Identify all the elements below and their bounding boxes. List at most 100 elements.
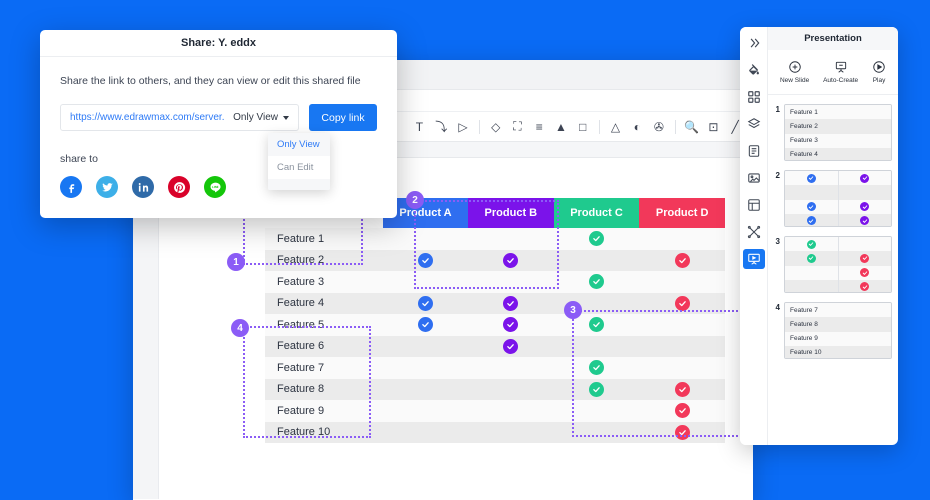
table-cell[interactable] [468, 335, 554, 357]
table-cell[interactable] [468, 378, 554, 400]
table-row[interactable]: Feature 4 [265, 292, 725, 314]
flip-icon[interactable]: ▲ [551, 117, 571, 137]
table-cell[interactable] [553, 400, 640, 422]
zoom-icon[interactable]: 🔍 [682, 117, 702, 137]
table-cell[interactable] [468, 314, 554, 336]
slide-thumbnail[interactable]: Feature 1 Feature 2 Feature 3 Feature 4 [784, 104, 892, 161]
slide-list[interactable]: 1 Feature 1 Feature 2 Feature 3 Feature 4 2 3 4… [768, 95, 898, 445]
table-cell[interactable] [639, 249, 725, 271]
table-cell[interactable] [468, 357, 554, 379]
table-cell[interactable] [639, 314, 725, 336]
presentation-actions[interactable]: New Slide Auto-Create Play [768, 50, 898, 95]
snapshot-icon[interactable]: ⊡ [704, 117, 724, 137]
linkedin-icon[interactable] [132, 176, 154, 198]
table-cell[interactable] [553, 378, 640, 400]
table-row[interactable]: Feature 3 [265, 271, 725, 293]
table-row[interactable]: Feature 1 [265, 228, 725, 250]
shuffle-icon[interactable] [743, 222, 765, 242]
table-cell[interactable] [383, 292, 468, 314]
table-cell[interactable] [383, 335, 468, 357]
table-cell[interactable] [639, 400, 725, 422]
table-cell[interactable] [468, 292, 554, 314]
table-row[interactable]: Feature 2 [265, 249, 725, 271]
table-row[interactable]: Feature 7 [265, 357, 725, 379]
facebook-icon[interactable] [60, 176, 82, 198]
table-row[interactable]: Feature 9 [265, 400, 725, 422]
table-cell[interactable] [553, 421, 640, 443]
slide-thumbnail[interactable] [784, 236, 892, 293]
table-cell[interactable] [639, 421, 725, 443]
table-cell[interactable] [468, 228, 554, 250]
table-cell[interactable] [639, 292, 725, 314]
table-cell[interactable] [553, 357, 640, 379]
table-cell[interactable] [383, 378, 468, 400]
slide-item[interactable]: 1 Feature 1 Feature 2 Feature 3 Feature 4 [772, 104, 892, 161]
crop-icon[interactable]: ✇ [649, 117, 669, 137]
table-cell[interactable] [383, 357, 468, 379]
template-icon[interactable] [743, 195, 765, 215]
twitter-icon[interactable] [96, 176, 118, 198]
table-cell[interactable] [383, 249, 468, 271]
copy-link-button[interactable]: Copy link [309, 104, 377, 131]
pointer-icon[interactable]: ▷ [453, 117, 473, 137]
layers-icon[interactable]: ◇ [486, 117, 506, 137]
table-cell[interactable] [383, 314, 468, 336]
slide-thumbnail[interactable] [784, 170, 892, 227]
table-cell[interactable] [639, 357, 725, 379]
image-icon[interactable] [743, 168, 765, 188]
new-slide-button[interactable]: New Slide [780, 60, 809, 84]
dropdown-option-only-view[interactable]: Only View [268, 133, 330, 156]
table-cell[interactable] [468, 271, 554, 293]
table-cell[interactable] [553, 249, 640, 271]
slide-item[interactable]: 2 [772, 170, 892, 227]
table-cell[interactable] [468, 400, 554, 422]
table-cell[interactable] [383, 228, 468, 250]
connector-icon[interactable]: ⤵ [431, 117, 451, 137]
line-color-icon[interactable]: ◐ [627, 117, 647, 137]
annotation-badge-3[interactable]: 3 [564, 301, 582, 319]
table-cell[interactable] [468, 249, 554, 271]
table-cell[interactable] [553, 314, 640, 336]
table-cell[interactable] [639, 335, 725, 357]
table-cell[interactable] [553, 335, 640, 357]
layers-icon[interactable] [743, 114, 765, 134]
table-cell[interactable] [639, 378, 725, 400]
table-cell[interactable] [553, 228, 640, 250]
table-row[interactable]: Feature 5 [265, 314, 725, 336]
table-cell[interactable] [639, 228, 725, 250]
presentation-rail[interactable] [740, 27, 768, 445]
table-row[interactable]: Feature 6 [265, 335, 725, 357]
table-cell[interactable] [383, 400, 468, 422]
auto-create-button[interactable]: Auto-Create [823, 60, 858, 84]
grid-icon[interactable] [743, 87, 765, 107]
slide-item[interactable]: 3 [772, 236, 892, 293]
play-button[interactable]: Play [872, 60, 886, 84]
table-cell[interactable] [383, 271, 468, 293]
table-cell[interactable] [553, 271, 640, 293]
document-icon[interactable] [743, 141, 765, 161]
image-frame-icon[interactable]: ⛶ [508, 117, 528, 137]
table-cell[interactable] [639, 271, 725, 293]
table-cell[interactable] [383, 421, 468, 443]
annotation-badge-1[interactable]: 1 [227, 253, 245, 271]
line-icon[interactable] [204, 176, 226, 198]
table-row[interactable]: Feature 10 [265, 421, 725, 443]
fill-bucket-icon[interactable] [743, 60, 765, 80]
slide-item[interactable]: 4 Feature 7 Feature 8 Feature 9 Feature 10 [772, 302, 892, 359]
fill-color-icon[interactable]: △ [606, 117, 626, 137]
share-link-box[interactable]: https://www.edrawmax.com/server.. Only V… [60, 104, 299, 131]
text-icon[interactable]: T [410, 117, 430, 137]
table-row[interactable]: Feature 8 [265, 378, 725, 400]
permission-dropdown-trigger[interactable]: Only View [225, 112, 289, 123]
dropdown-option-can-edit[interactable]: Can Edit [268, 156, 330, 179]
presentation-icon[interactable] [742, 249, 765, 269]
permission-dropdown-menu[interactable]: Only View Can Edit [268, 133, 330, 190]
table-cell[interactable] [468, 421, 554, 443]
border-icon[interactable]: □ [573, 117, 593, 137]
slide-thumbnail[interactable]: Feature 7 Feature 8 Feature 9 Feature 10 [784, 302, 892, 359]
pinterest-icon[interactable] [168, 176, 190, 198]
chevron-double-right-icon[interactable] [743, 33, 765, 53]
align-icon[interactable]: ≡ [529, 117, 549, 137]
annotation-badge-2[interactable]: 2 [406, 191, 424, 209]
annotation-badge-4[interactable]: 4 [231, 319, 249, 337]
